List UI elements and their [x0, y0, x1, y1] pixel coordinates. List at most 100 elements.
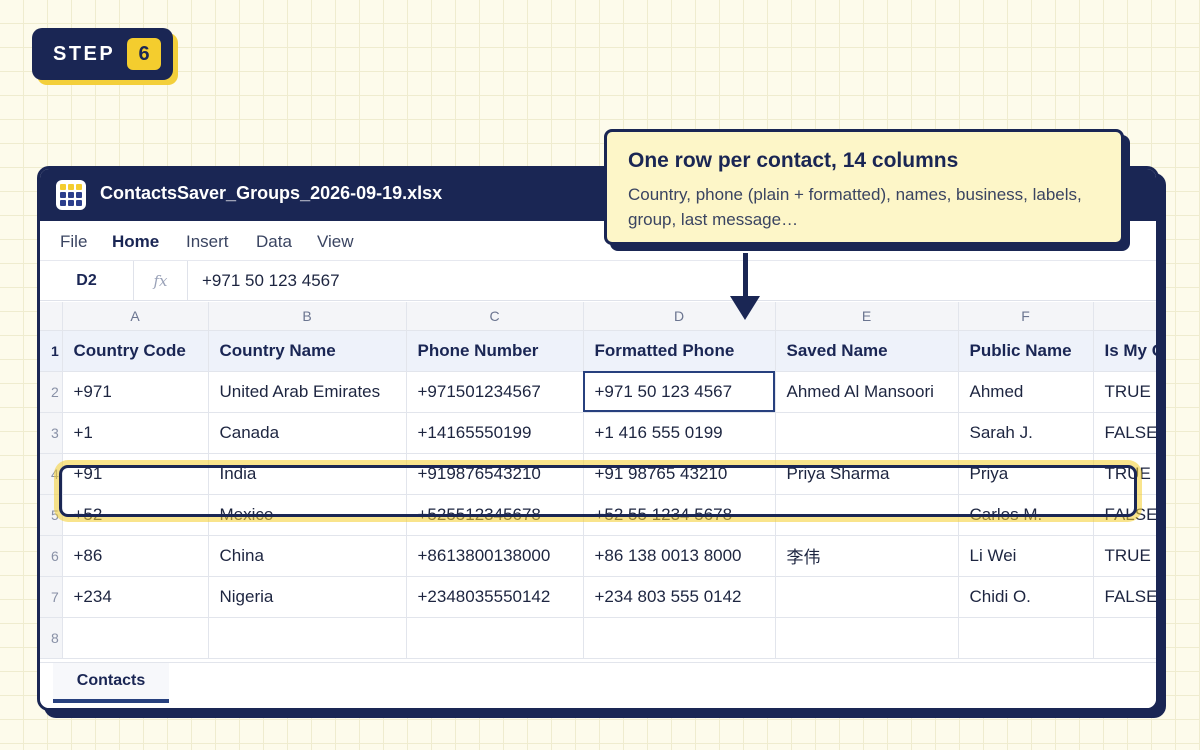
cell[interactable]: +86 138 0013 8000: [583, 535, 776, 577]
menu-file[interactable]: File: [60, 232, 87, 252]
cell[interactable]: Ahmed: [958, 371, 1094, 413]
cell[interactable]: +8613800138000: [406, 535, 584, 577]
table-row: 8: [40, 617, 1156, 659]
sheet-tab-contacts[interactable]: Contacts: [53, 663, 169, 703]
column-header[interactable]: [1093, 302, 1156, 331]
cell[interactable]: Sarah J.: [958, 412, 1094, 454]
cell-reference-box[interactable]: D2: [40, 261, 134, 300]
cell[interactable]: +1: [62, 412, 209, 454]
cell[interactable]: United Arab Emirates: [208, 371, 407, 413]
cell[interactable]: +91: [62, 453, 209, 495]
table-row: 2 +971 United Arab Emirates +97150123456…: [40, 371, 1156, 413]
sheet-tab-bar: Contacts: [40, 662, 1156, 708]
cell[interactable]: +91 98765 43210: [583, 453, 776, 495]
cell[interactable]: Carlos M.: [958, 494, 1094, 536]
cell[interactable]: China: [208, 535, 407, 577]
header-cell[interactable]: Country Code: [62, 330, 209, 372]
cell[interactable]: [958, 617, 1094, 659]
cell[interactable]: [62, 617, 209, 659]
cell[interactable]: [775, 576, 959, 618]
spreadsheet-app-icon: [56, 180, 86, 210]
cell[interactable]: +52 55 1234 5678: [583, 494, 776, 536]
cell[interactable]: [775, 494, 959, 536]
cell[interactable]: FALSE: [1093, 576, 1156, 618]
header-cell[interactable]: Saved Name: [775, 330, 959, 372]
header-cell[interactable]: Country Name: [208, 330, 407, 372]
table-row: 5 +52 Mexico +525512345678 +52 55 1234 5…: [40, 494, 1156, 536]
row-number[interactable]: 6: [40, 535, 63, 577]
arrow-down-icon: [730, 296, 760, 320]
column-header[interactable]: A: [62, 302, 209, 331]
fx-icon: fx: [134, 261, 188, 300]
column-header-row: A B C D E F: [40, 302, 1156, 331]
menu-insert[interactable]: Insert: [186, 232, 229, 252]
step-label: STEP: [53, 42, 116, 65]
file-title: ContactsSaver_Groups_2026-09-19.xlsx: [100, 183, 443, 203]
cell[interactable]: Ahmed Al Mansoori: [775, 371, 959, 413]
table-row: 4 +91 India +919876543210 +91 98765 4321…: [40, 453, 1156, 495]
cell[interactable]: Chidi O.: [958, 576, 1094, 618]
cell[interactable]: India: [208, 453, 407, 495]
cell[interactable]: Priya: [958, 453, 1094, 495]
header-cell[interactable]: Formatted Phone: [583, 330, 776, 372]
row-number[interactable]: 3: [40, 412, 63, 454]
formula-input[interactable]: +971 50 123 4567: [202, 271, 340, 291]
cell[interactable]: TRUE: [1093, 453, 1156, 495]
cell[interactable]: [583, 617, 776, 659]
cell[interactable]: Priya Sharma: [775, 453, 959, 495]
cell[interactable]: +525512345678: [406, 494, 584, 536]
callout-box: One row per contact, 14 columns Country,…: [604, 129, 1124, 245]
sheet-table: A B C D E F 1 Country Code Country Name …: [40, 302, 1156, 659]
table-row: 7 +234 Nigeria +2348035550142 +234 803 5…: [40, 576, 1156, 618]
cell[interactable]: +86: [62, 535, 209, 577]
cell[interactable]: [208, 617, 407, 659]
cell[interactable]: Nigeria: [208, 576, 407, 618]
cell[interactable]: +971: [62, 371, 209, 413]
header-cell[interactable]: Public Name: [958, 330, 1094, 372]
spreadsheet-window: ContactsSaver_Groups_2026-09-19.xlsx Fil…: [37, 166, 1159, 711]
cell[interactable]: +234 803 555 0142: [583, 576, 776, 618]
select-all-corner[interactable]: [40, 302, 63, 331]
cell[interactable]: +14165550199: [406, 412, 584, 454]
row-number[interactable]: 1: [40, 330, 63, 372]
cell[interactable]: +2348035550142: [406, 576, 584, 618]
table-row: 6 +86 China +8613800138000 +86 138 0013 …: [40, 535, 1156, 577]
cell[interactable]: +919876543210: [406, 453, 584, 495]
sheet-grid: A B C D E F 1 Country Code Country Name …: [40, 302, 1156, 662]
cell[interactable]: TRUE: [1093, 535, 1156, 577]
cell[interactable]: 李伟: [775, 535, 959, 577]
column-header[interactable]: F: [958, 302, 1094, 331]
selected-cell[interactable]: +971 50 123 4567: [583, 371, 776, 413]
cell[interactable]: Li Wei: [958, 535, 1094, 577]
header-row: 1 Country Code Country Name Phone Number…: [40, 330, 1156, 372]
cell[interactable]: [406, 617, 584, 659]
row-number[interactable]: 7: [40, 576, 63, 618]
menu-data[interactable]: Data: [256, 232, 292, 252]
cell[interactable]: Mexico: [208, 494, 407, 536]
callout-body: Country, phone (plain + formatted), name…: [628, 185, 1082, 229]
cell[interactable]: +234: [62, 576, 209, 618]
header-cell[interactable]: Is My C: [1093, 330, 1156, 372]
menu-home[interactable]: Home: [112, 232, 159, 252]
cell[interactable]: FALSE: [1093, 494, 1156, 536]
cell[interactable]: [775, 617, 959, 659]
cell[interactable]: Canada: [208, 412, 407, 454]
cell[interactable]: [775, 412, 959, 454]
step-number: 6: [127, 38, 161, 70]
column-header[interactable]: C: [406, 302, 584, 331]
row-number[interactable]: 5: [40, 494, 63, 536]
callout-arrow-line: [743, 253, 748, 299]
column-header[interactable]: B: [208, 302, 407, 331]
cell[interactable]: +1 416 555 0199: [583, 412, 776, 454]
cell[interactable]: TRUE: [1093, 371, 1156, 413]
cell[interactable]: +971501234567: [406, 371, 584, 413]
row-number[interactable]: 8: [40, 617, 63, 659]
row-number[interactable]: 4: [40, 453, 63, 495]
header-cell[interactable]: Phone Number: [406, 330, 584, 372]
column-header[interactable]: E: [775, 302, 959, 331]
cell[interactable]: +52: [62, 494, 209, 536]
row-number[interactable]: 2: [40, 371, 63, 413]
cell[interactable]: FALSE: [1093, 412, 1156, 454]
cell[interactable]: [1093, 617, 1156, 659]
menu-view[interactable]: View: [317, 232, 354, 252]
